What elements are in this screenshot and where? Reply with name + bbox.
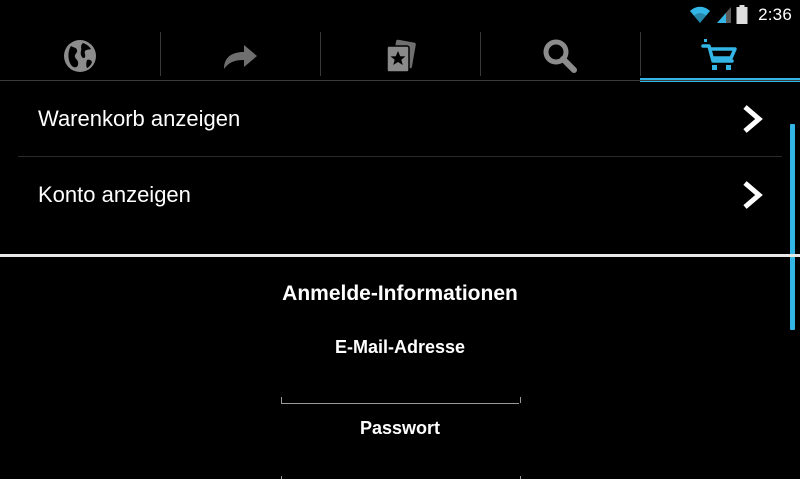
status-bar: 2:36 xyxy=(0,0,800,30)
menu-item-view-cart[interactable]: Warenkorb anzeigen xyxy=(18,82,782,156)
tab-cart[interactable] xyxy=(640,32,800,82)
field-edge xyxy=(520,397,521,403)
email-field[interactable] xyxy=(281,391,519,404)
tab-favorites[interactable] xyxy=(320,32,480,80)
login-section-title: Anmelde-Informationen xyxy=(282,282,518,305)
globe-icon xyxy=(64,40,96,72)
tab-browse[interactable] xyxy=(0,32,160,80)
email-label: E-Mail-Adresse xyxy=(334,337,466,357)
share-icon xyxy=(224,45,257,69)
status-time: 2:36 xyxy=(758,5,792,24)
menu-item-label: Warenkorb anzeigen xyxy=(38,106,241,131)
tab-share[interactable] xyxy=(160,32,320,80)
signal-icon xyxy=(717,7,732,23)
tab-bar-divider xyxy=(0,80,800,81)
menu-item-view-account[interactable]: Konto anzeigen xyxy=(18,158,782,232)
tab-bar xyxy=(0,32,800,82)
battery-icon xyxy=(736,5,748,24)
email-field-frame xyxy=(281,391,521,404)
favorites-icon xyxy=(386,39,416,73)
search-icon xyxy=(543,39,577,73)
cart-icon xyxy=(701,39,737,70)
field-edge xyxy=(281,397,282,403)
tab-search[interactable] xyxy=(480,32,640,80)
wifi-icon xyxy=(690,6,711,23)
chevron-right-icon xyxy=(743,105,763,133)
status-icons: 2:36 xyxy=(688,5,792,25)
password-field-frame xyxy=(281,470,521,479)
screen: 2:36 Warenkorb anzeigen Konto anzeigen A… xyxy=(0,0,800,479)
password-field[interactable] xyxy=(281,470,519,479)
section-divider xyxy=(0,254,800,257)
chevron-right-icon xyxy=(743,181,763,209)
list-divider xyxy=(18,156,782,157)
menu-item-label: Konto anzeigen xyxy=(38,182,191,207)
password-label: Passwort xyxy=(359,418,441,438)
